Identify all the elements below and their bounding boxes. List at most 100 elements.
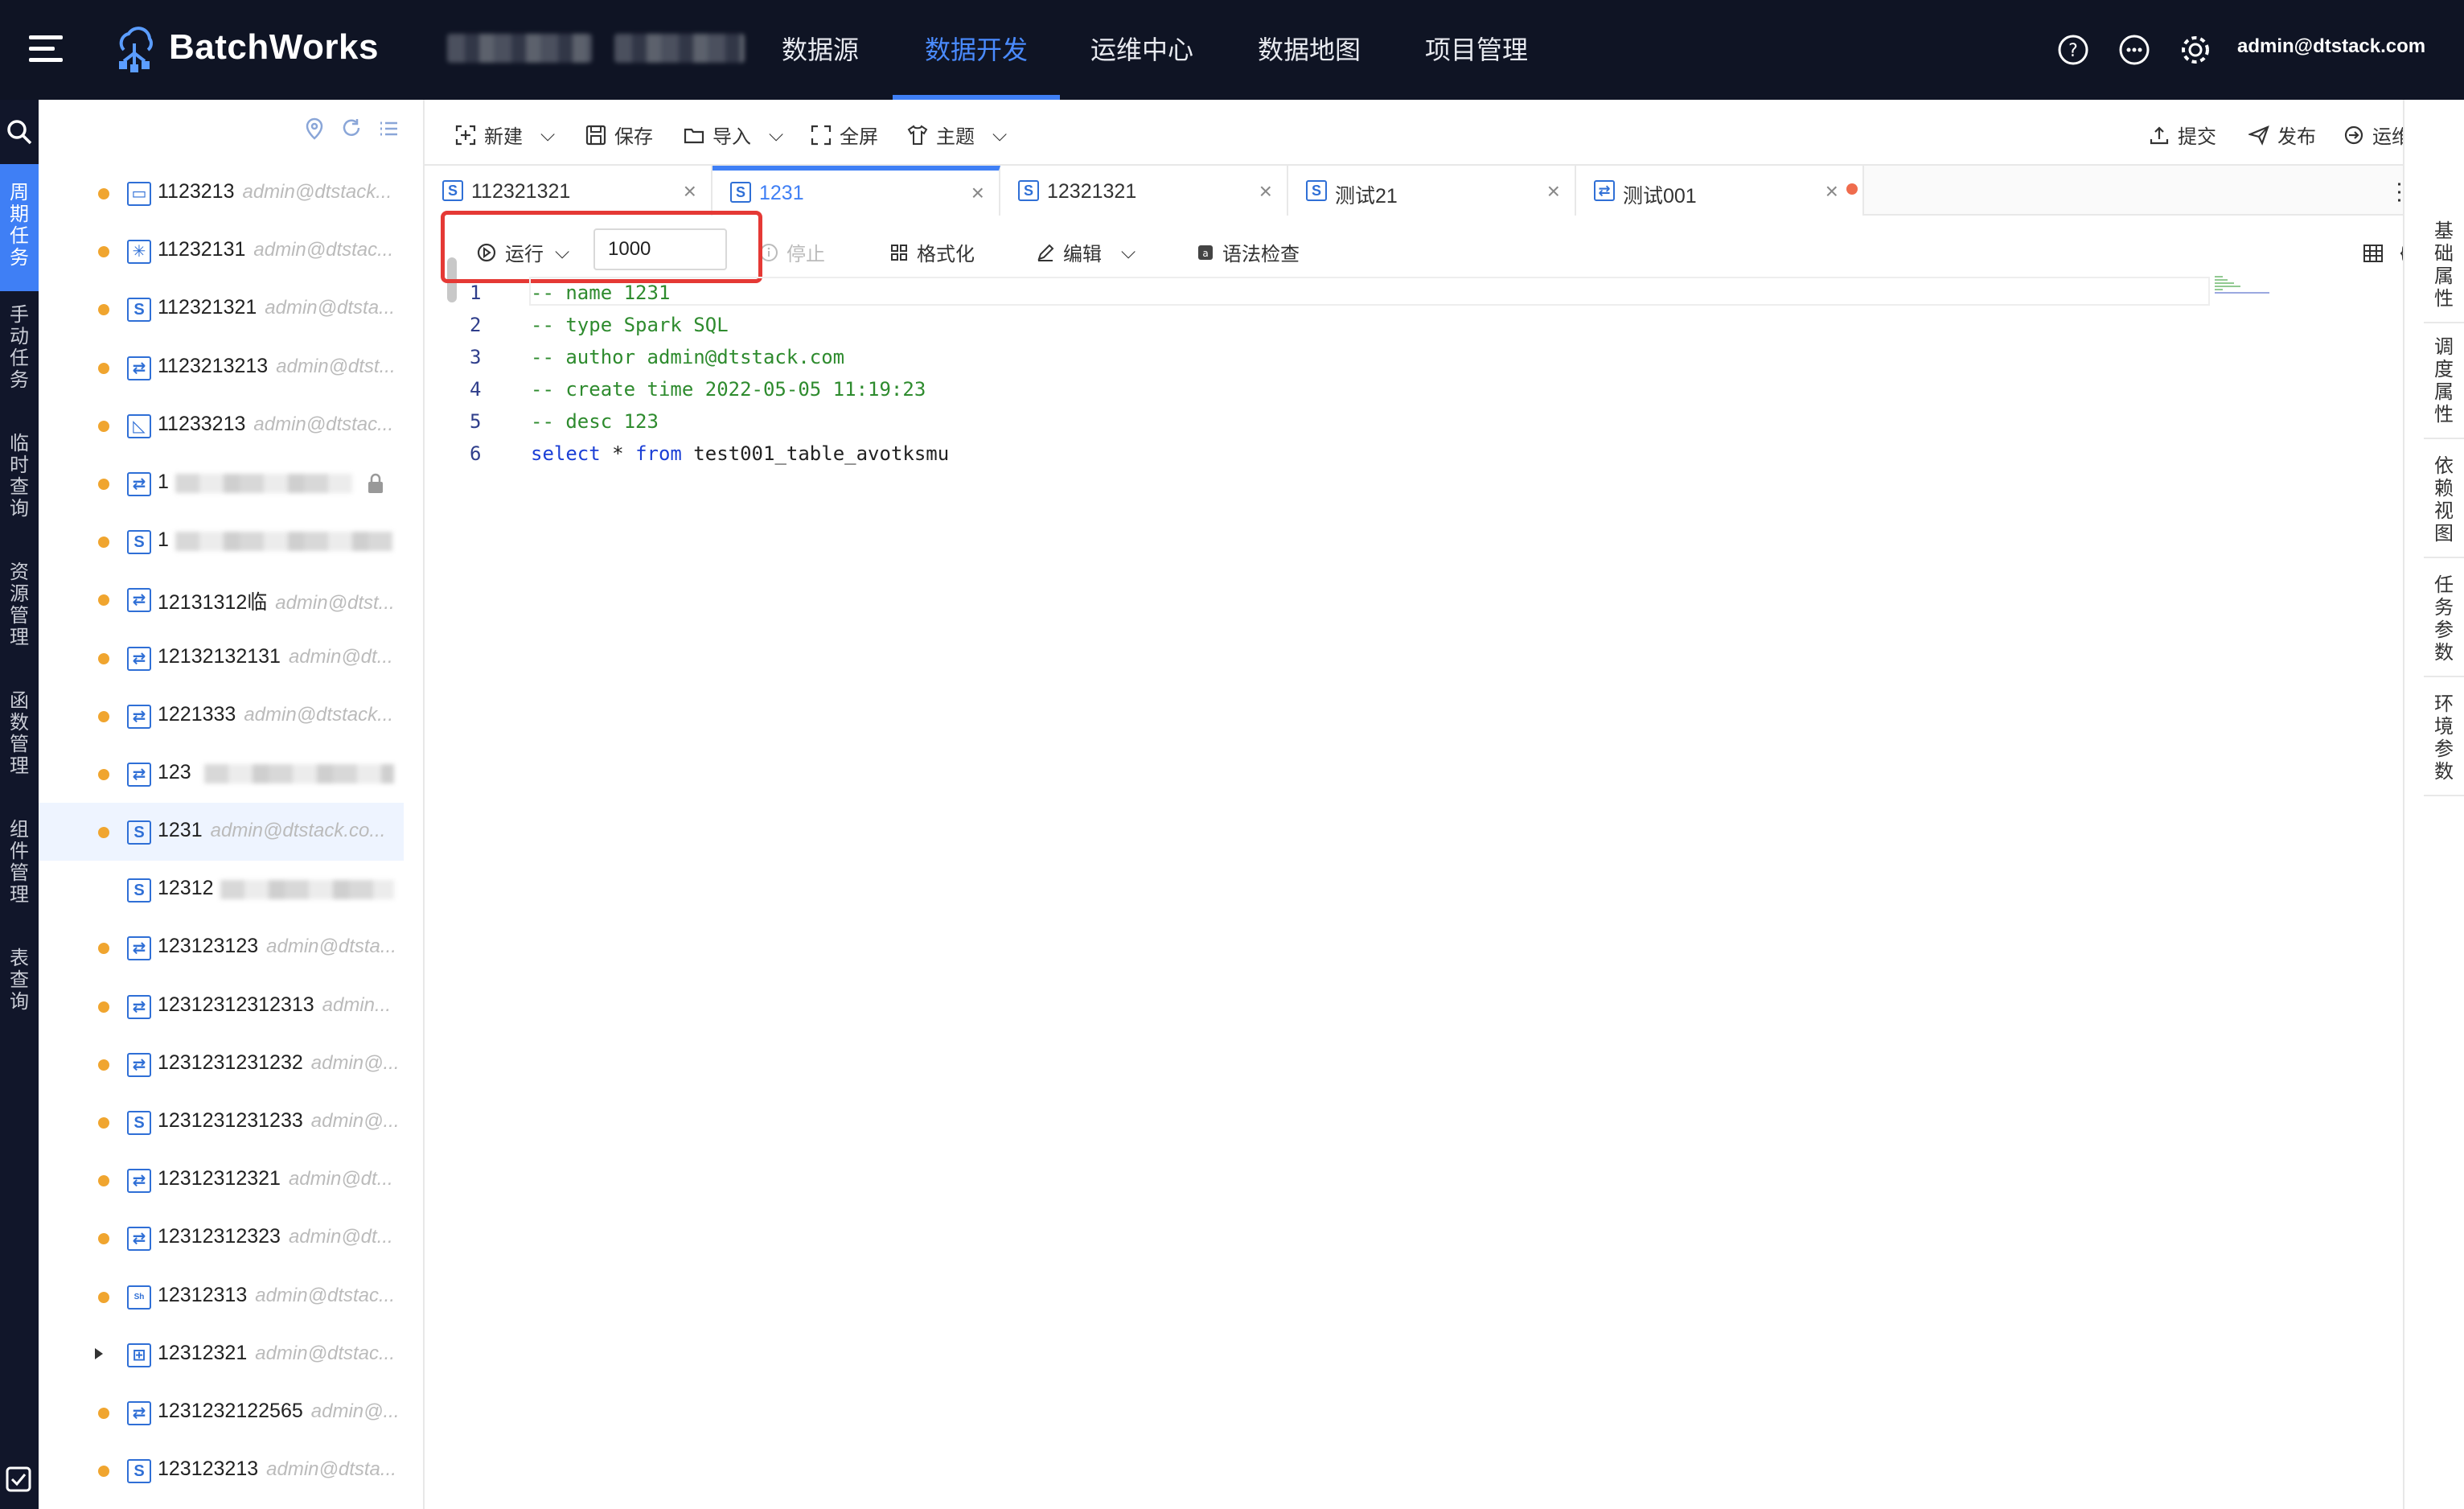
save-button[interactable]: 保存 [585,121,653,149]
tree-item[interactable]: ⇄ 12132132131 admin@dt... [39,629,404,687]
close-icon[interactable]: × [684,179,696,204]
tab-112321321[interactable]: S 112321321 × [425,166,713,216]
send-icon [2248,125,2269,146]
rail-table-query[interactable]: 表查询 [0,948,39,1013]
tree-item[interactable]: ✳ 11232131 admin@dtstac... [39,222,404,280]
tree-item-selected[interactable]: S 1231 admin@dtstack.co... [39,803,404,861]
settings-gear-icon[interactable] [2178,32,2213,68]
message-icon[interactable] [2117,32,2152,68]
format-button[interactable]: 格式化 [889,238,975,266]
tree-item[interactable]: ⇄ 1221333 admin@dtstack... [39,687,404,745]
publish-button[interactable]: 发布 [2248,121,2316,149]
left-rail: 周期任务 手动任务 临时查询 资源管理 函数管理 组件管理 表查询 [0,100,39,1509]
rail-function-mgmt[interactable]: 函数管理 [0,690,39,777]
tree-item[interactable]: ⇄ 123 [39,745,404,803]
grid-icon [891,244,907,261]
user-account[interactable]: admin@dtstack.com [2237,35,2425,58]
unsaved-dot [1846,183,1858,195]
ops-button[interactable]: 运维 [2343,121,2411,149]
chart-task-icon: ◺ [127,413,151,438]
theme-button[interactable]: 主题 ⌵ [907,121,1007,149]
import-button[interactable]: 导入 ⌵ [684,121,783,149]
tree-item[interactable]: ⇄ 1123213213 admin@dtst... [39,339,404,397]
tree-item[interactable]: ⇄ 1231232122565 admin@... [39,1384,404,1441]
tree-item[interactable]: S 112321321 admin@dtsta... [39,280,404,338]
rail-resource-mgmt[interactable]: 资源管理 [0,561,39,648]
nav-data-map[interactable]: 数据地图 [1258,0,1361,100]
code-minimap[interactable] [2213,273,2273,298]
fullscreen-button[interactable]: 全屏 [811,121,878,149]
tree-tools [304,117,399,140]
tree-item[interactable]: ⇄ 12312312312313 admin... [39,977,404,1035]
tree-item[interactable]: S 1231231231233 admin@... [39,1093,404,1151]
tree-item[interactable]: ◺ 11233213 admin@dtstac... [39,397,404,454]
menu-icon[interactable] [29,35,63,63]
rail-component-mgmt[interactable]: 组件管理 [0,819,39,906]
tree-item[interactable]: ⇄ 12312312321 admin@dt... [39,1151,404,1209]
nav-ops-center[interactable]: 运维中心 [1090,0,1193,100]
submit-button[interactable]: 提交 [2149,121,2216,149]
folder-icon [684,128,704,143]
nav-project-mgmt[interactable]: 项目管理 [1425,0,1528,100]
tab-test21[interactable]: S 测试21 × [1288,166,1576,216]
close-icon[interactable]: × [1825,179,1838,204]
tab-1231[interactable]: S 1231 × [713,166,1000,216]
code-line: 4 -- create time 2022-05-05 11:19:23 [470,378,926,401]
cloud-logo-icon [119,27,153,72]
tab-dependency-view[interactable]: 依赖视图 [2424,455,2464,558]
sync-task-icon: ⇄ [127,1227,151,1252]
tab-task-params[interactable]: 任务参数 [2424,574,2464,677]
status-dot [98,1059,109,1071]
tree-item[interactable]: Sh 12312313 admin@dtstac... [39,1268,404,1326]
close-icon[interactable]: × [1259,179,1272,204]
checklist-icon[interactable] [5,1466,32,1493]
status-dot [98,304,109,316]
search-icon[interactable] [3,116,35,148]
syntax-check-button[interactable]: a 语法检查 [1197,238,1300,266]
nav-datasource[interactable]: 数据源 [782,0,859,100]
status-dot [98,768,109,780]
sql-task-icon: S [1306,180,1327,201]
edit-button[interactable]: 编辑 ⌵ [1036,238,1135,266]
list-icon[interactable] [378,117,399,140]
help-icon[interactable]: ? [2055,32,2091,68]
task-tree-list: ▭ 1123213 admin@dtstack... ✳ 11232131 admin@… [39,164,404,1499]
sync-task-icon: ⇄ [127,704,151,729]
tree-item[interactable]: S 123123213 admin@dtsta... [39,1441,404,1499]
tree-item[interactable]: S 12312 [39,861,404,919]
tree-item[interactable]: S1 [39,512,404,570]
nav-data-dev[interactable]: 数据开发 [893,0,1061,100]
tab-test001[interactable]: ⇄ 测试001 × [1576,166,1864,216]
status-dot [98,1001,109,1013]
rail-manual-task[interactable]: 手动任务 [0,304,39,391]
tree-item[interactable]: ⇄ 123123123 admin@dtsta... [39,919,404,977]
tree-item[interactable]: ⊞ 12312321 admin@dtstac... [39,1326,404,1384]
sync-task-icon: ⇄ [127,762,151,787]
tree-item[interactable]: ⇄ 12131312临 admin@dtst... [39,570,404,628]
refresh-icon[interactable] [341,117,362,140]
upload-icon [2150,125,2169,144]
close-icon[interactable]: × [1547,179,1560,204]
new-button[interactable]: 新建 ⌵ [455,121,555,149]
expand-caret-icon[interactable] [95,1347,103,1359]
rail-periodic-task[interactable]: 周期任务 [0,164,39,291]
code-editor[interactable]: 1 -- name 1231 2 -- type Spark SQL 3 -- aut… [425,277,2194,470]
syntax-check-icon: a [1198,245,1213,260]
tree-item[interactable]: ⇄ 1 [39,454,404,512]
tree-item[interactable]: ▭ 1123213 admin@dtstack... [39,164,404,222]
close-icon[interactable]: × [971,180,984,206]
tree-item[interactable]: ⇄ 1231231231232 admin@... [39,1035,404,1093]
right-property-panel: 基础属性 调度属性 依赖视图 任务参数 环境参数 [2403,100,2464,1509]
tree-item[interactable]: ⇄ 12312312323 admin@dt... [39,1209,404,1267]
status-dot [98,943,109,955]
tab-env-params[interactable]: 环境参数 [2424,693,2464,796]
blurred-name [204,763,394,783]
tab-12321321[interactable]: S 12321321 × [1000,166,1288,216]
stop-button[interactable]: 停止 [759,238,825,266]
rail-temp-query[interactable]: 临时查询 [0,433,39,520]
locate-icon[interactable] [304,117,325,140]
code-line: 5 -- desc 123 [470,410,659,433]
tab-basic-props[interactable]: 基础属性 [2424,220,2464,323]
tab-schedule-props[interactable]: 调度属性 [2424,336,2464,439]
table-icon[interactable] [2363,243,2384,264]
